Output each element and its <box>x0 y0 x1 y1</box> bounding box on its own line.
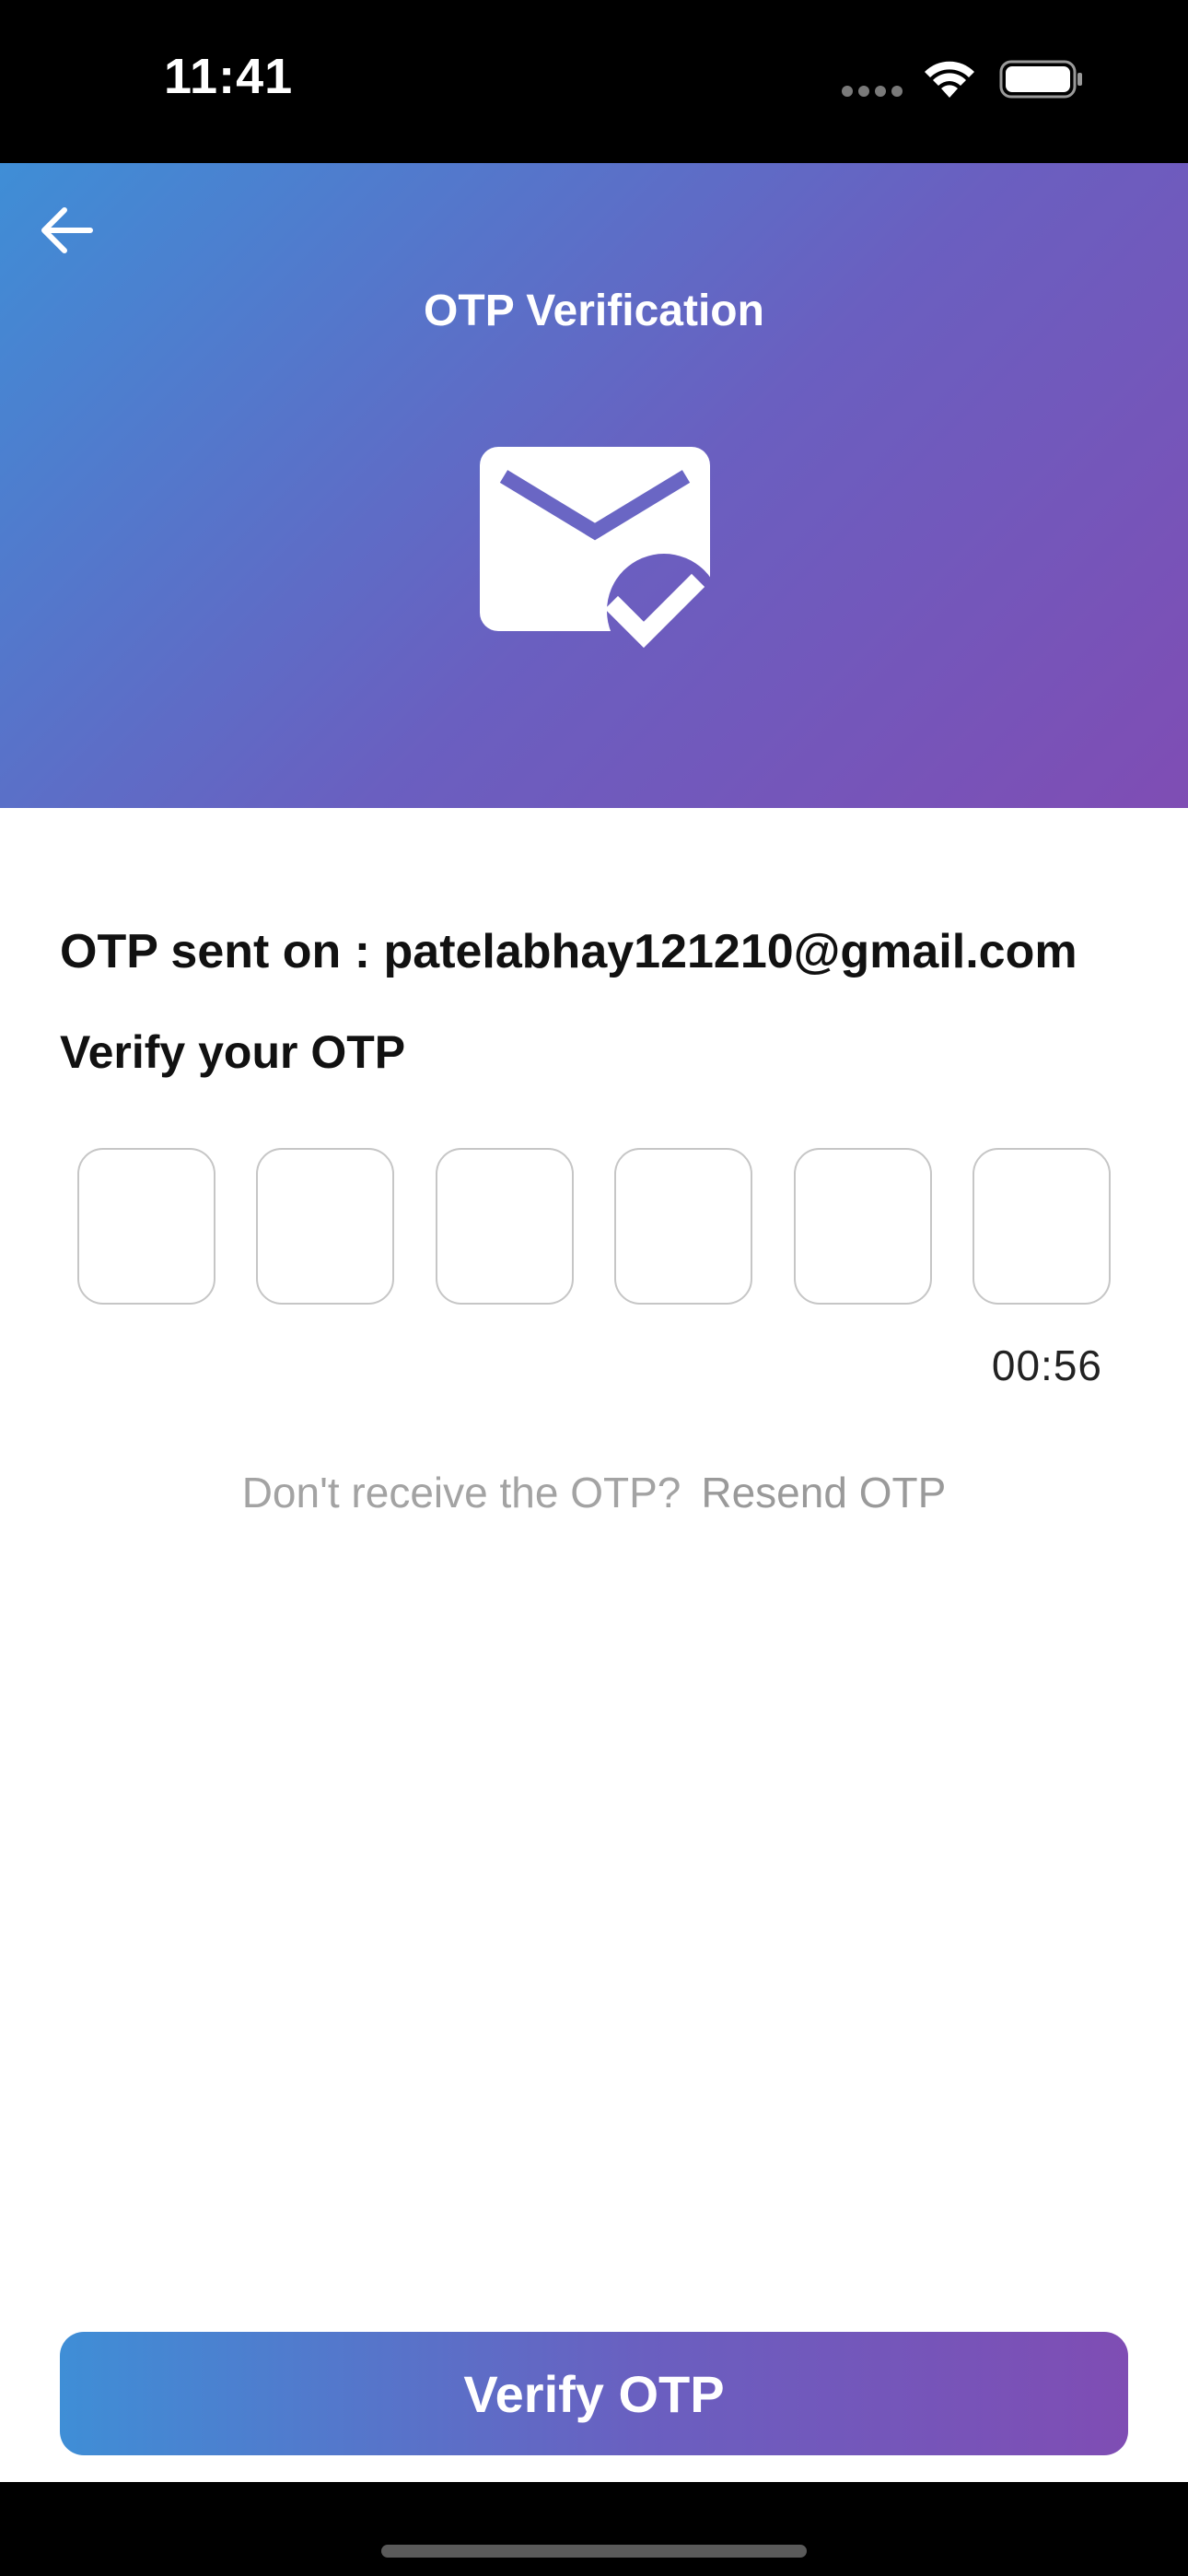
otp-digit-6[interactable] <box>972 1148 1111 1305</box>
mail-check-icon <box>480 447 710 649</box>
resend-prompt: Don't receive the OTP? <box>241 1469 681 1516</box>
resend-row: Don't receive the OTP? Resend OTP <box>0 1468 1188 1517</box>
page-title: OTP Verification <box>424 287 764 335</box>
verify-otp-button[interactable]: Verify OTP <box>60 2332 1128 2455</box>
wifi-icon <box>925 61 974 98</box>
otp-input-group <box>77 1148 1111 1306</box>
battery-icon <box>999 60 1082 99</box>
header: OTP Verification <box>0 163 1188 808</box>
otp-sent-text: OTP sent on : patelabhay121210@gmail.com <box>60 925 1077 978</box>
status-bar: 11:41 <box>0 0 1188 163</box>
signal-dots-icon <box>842 86 903 97</box>
verify-otp-label: Verify your OTP <box>60 1026 406 1078</box>
otp-digit-3[interactable] <box>435 1148 574 1305</box>
otp-digit-5[interactable] <box>793 1148 932 1305</box>
bottom-bar <box>0 2482 1188 2576</box>
otp-digit-2[interactable] <box>256 1148 395 1305</box>
home-indicator[interactable] <box>381 2545 807 2558</box>
arrow-left-icon <box>41 207 93 253</box>
resend-otp-link[interactable]: Resend OTP <box>701 1469 946 1516</box>
otp-digit-4[interactable] <box>614 1148 753 1305</box>
otp-digit-1[interactable] <box>77 1148 215 1305</box>
otp-timer: 00:56 <box>991 1341 1102 1389</box>
status-time: 11:41 <box>164 49 294 104</box>
back-button[interactable] <box>33 197 99 263</box>
